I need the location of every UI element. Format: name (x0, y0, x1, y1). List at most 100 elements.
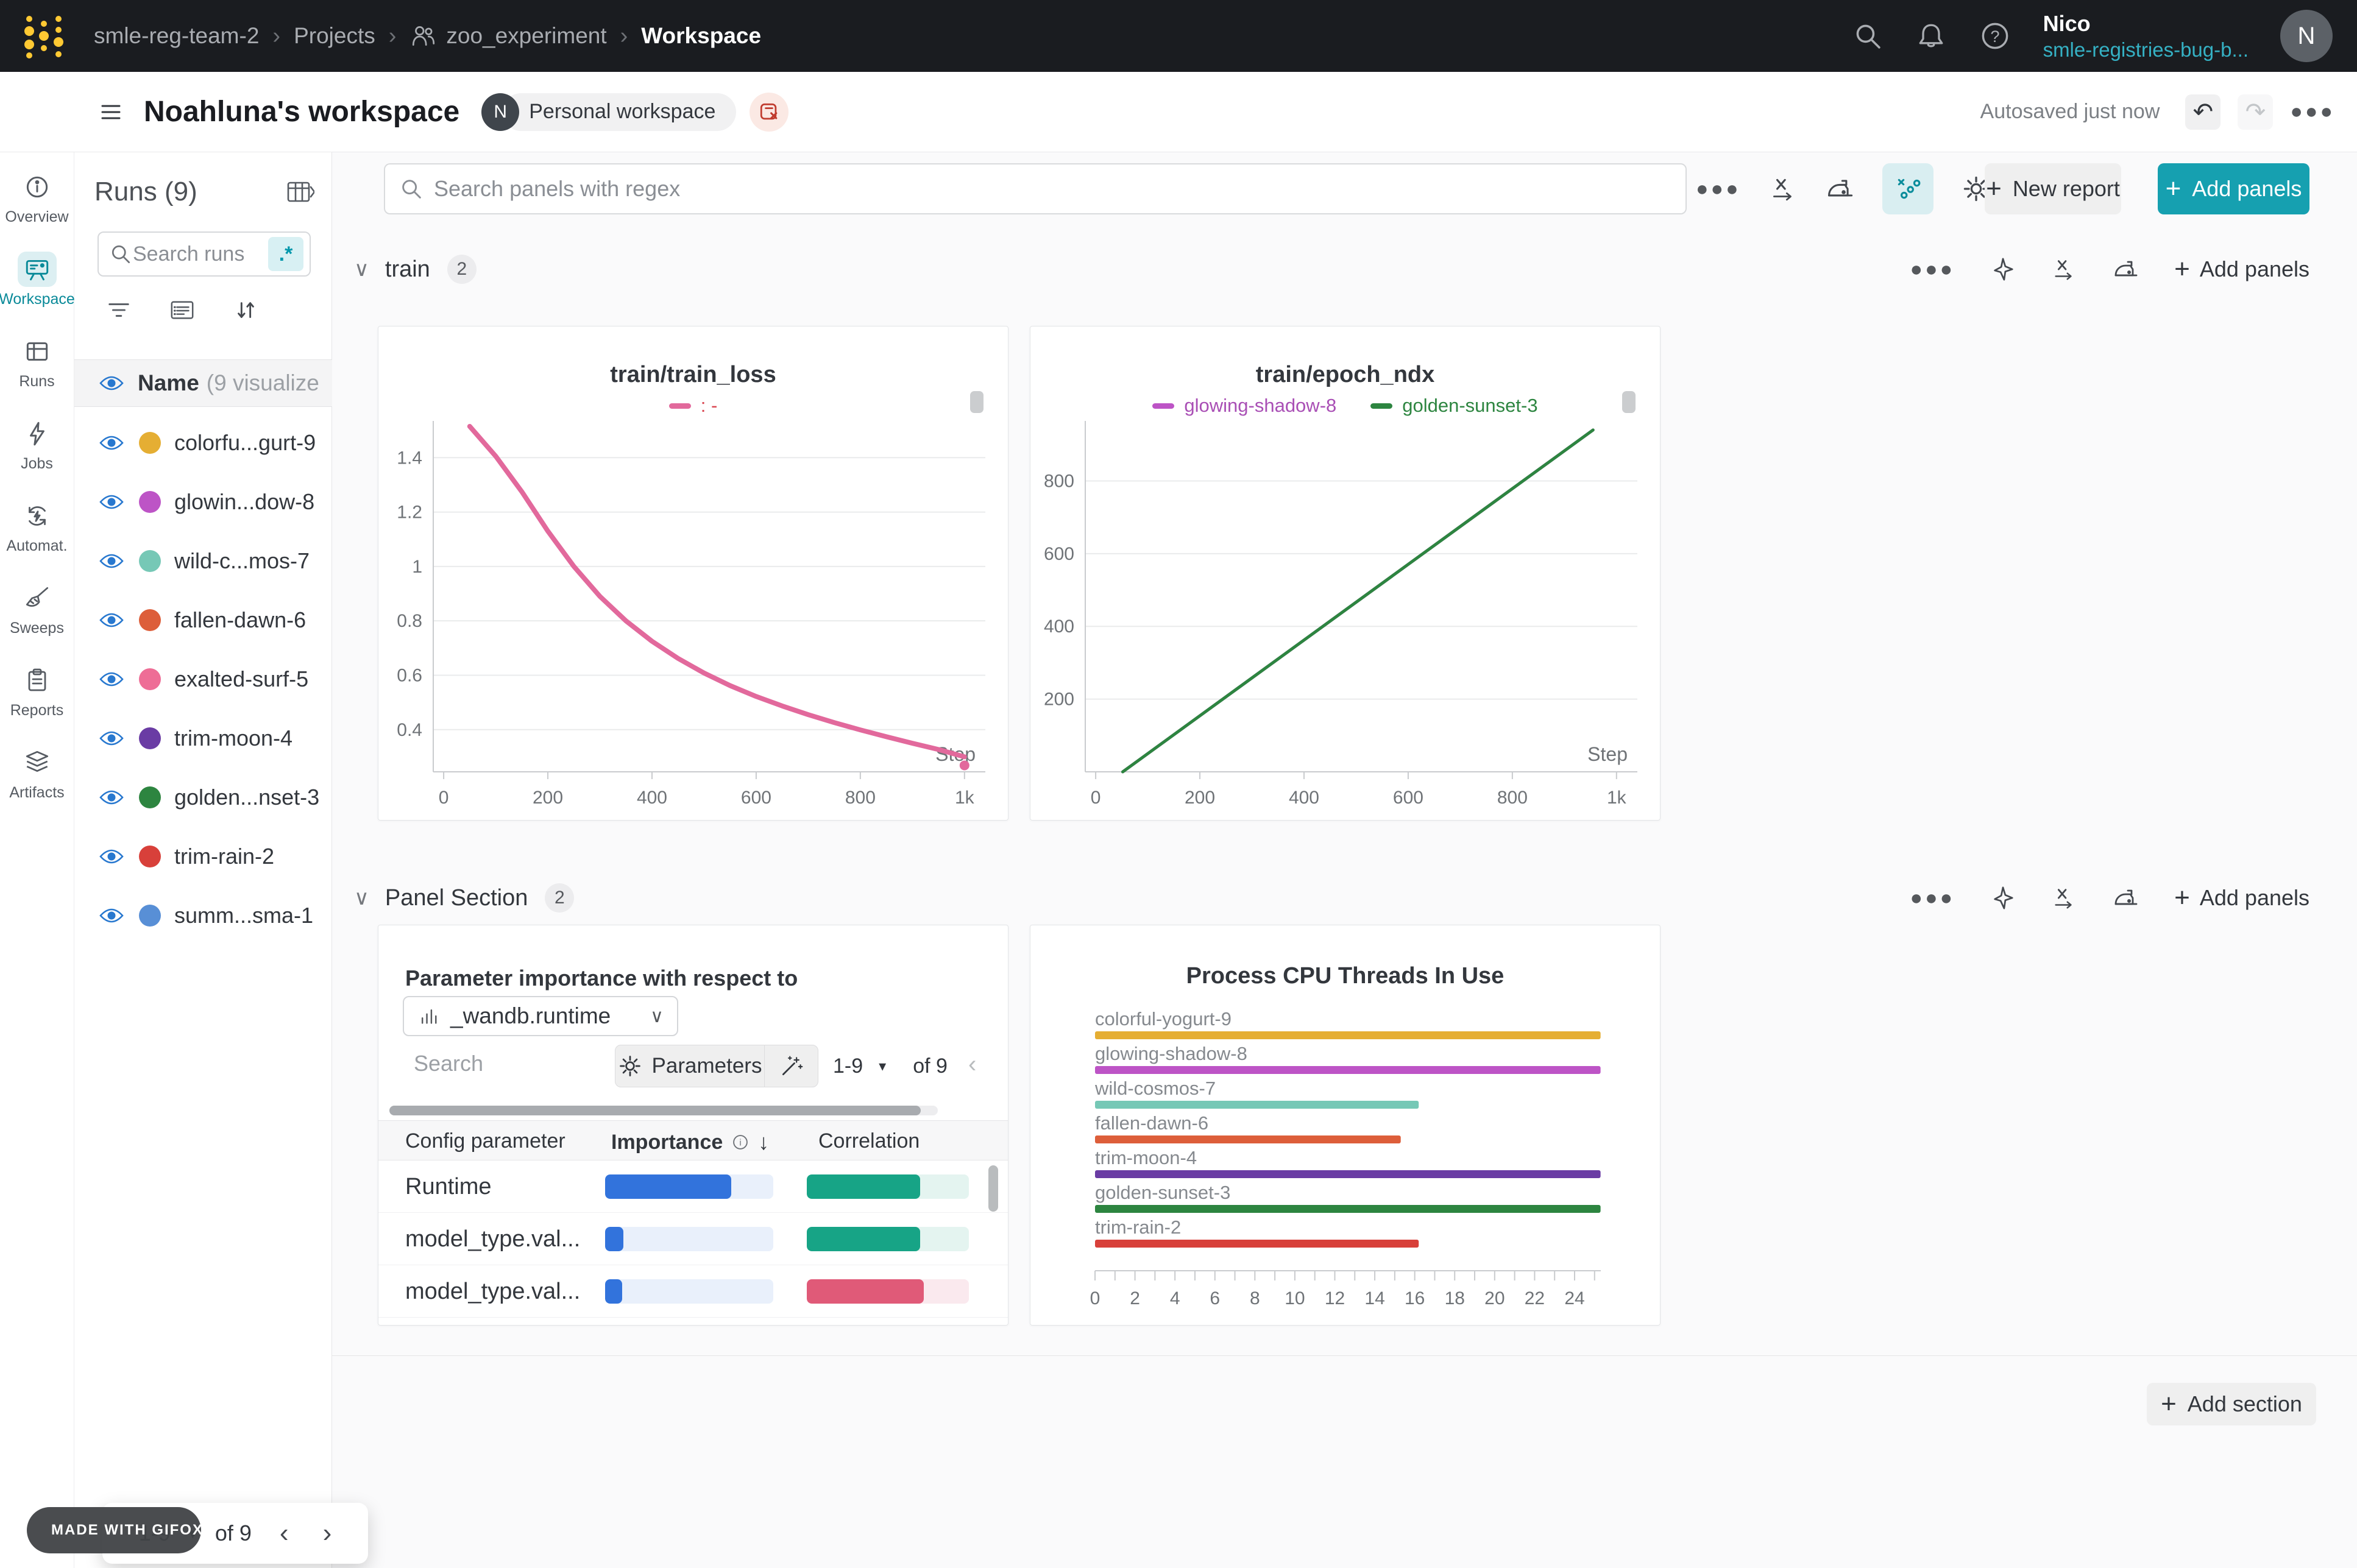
x-axis-settings-icon[interactable] (2051, 256, 2077, 282)
legend-item[interactable]: golden-sunset-3 (1370, 395, 1537, 417)
avatar[interactable]: N (2280, 10, 2333, 62)
param-table-row[interactable]: model_type.val... (378, 1265, 1008, 1318)
runs-table-expand-icon[interactable] (286, 179, 314, 205)
section-label[interactable]: Panel Section (385, 885, 528, 911)
run-row[interactable]: fallen-dawn-6 (74, 590, 332, 649)
runs-name-column-header[interactable]: Name (9 visualize (74, 359, 332, 407)
pin-sparkle-icon[interactable] (1990, 256, 2016, 282)
filter-icon[interactable] (106, 297, 132, 323)
run-color-dot[interactable] (139, 905, 161, 927)
run-color-dot[interactable] (139, 846, 161, 867)
panel-search-input[interactable] (434, 176, 1592, 202)
help-icon[interactable]: ? (1979, 19, 2011, 52)
run-name[interactable]: golden...nset-3 (174, 785, 319, 810)
pin-sparkle-icon[interactable] (1990, 885, 2016, 911)
run-row[interactable]: trim-rain-2 (74, 827, 332, 886)
param-page-range[interactable]: 1-9 (833, 1054, 863, 1078)
param-search-input[interactable] (414, 1051, 584, 1076)
legend-item[interactable]: glowing-shadow-8 (1152, 395, 1336, 417)
panel-epoch-ndx[interactable]: train/epoch_ndx glowing-shadow-8golden-s… (1030, 326, 1661, 821)
section-label[interactable]: train (385, 256, 430, 283)
panel-search-box[interactable] (384, 163, 1687, 214)
visibility-eye-icon[interactable] (99, 611, 124, 629)
panel-smoothing-icon[interactable] (2112, 256, 2139, 283)
x-axis-settings-icon[interactable] (2051, 885, 2077, 911)
add-section-button[interactable]: + Add section (2147, 1383, 2316, 1425)
visibility-eye-icon[interactable] (99, 493, 124, 511)
run-row[interactable]: summ...sma-1 (74, 886, 332, 945)
panel-drag-handle-icon[interactable] (1622, 391, 1636, 413)
run-name[interactable]: trim-moon-4 (174, 726, 292, 751)
run-name[interactable]: fallen-dawn-6 (174, 607, 306, 633)
visibility-eye-icon[interactable] (99, 788, 124, 807)
breadcrumb-projects[interactable]: Projects (294, 23, 375, 49)
visibility-eye-icon[interactable] (99, 670, 124, 688)
x-axis-settings-icon[interactable] (1769, 175, 1797, 203)
notifications-bell-icon[interactable] (1915, 20, 1947, 52)
run-name[interactable]: exalted-surf-5 (174, 666, 308, 692)
caret-down-icon[interactable]: ▾ (879, 1058, 886, 1075)
panel-cpu-threads[interactable]: Process CPU Threads In Use colorful-yogu… (1030, 925, 1661, 1326)
run-row[interactable]: wild-c...mos-7 (74, 531, 332, 590)
visibility-eye-icon[interactable] (99, 552, 124, 570)
rail-item-runs[interactable]: Runs (1, 334, 73, 390)
breadcrumb-project[interactable]: zoo_experiment (446, 23, 606, 49)
rail-item-workspace[interactable]: Workspace (1, 252, 73, 308)
next-page-icon[interactable]: › (323, 1518, 332, 1549)
scatter-settings-icon[interactable] (1882, 163, 1933, 214)
importance-column-label[interactable]: Importance (611, 1131, 723, 1154)
run-color-dot[interactable] (139, 786, 161, 808)
run-name[interactable]: trim-rain-2 (174, 844, 274, 869)
chevron-down-icon[interactable]: ∨ (354, 257, 369, 281)
horizontal-scrollbar[interactable] (389, 1106, 938, 1115)
user-org-link[interactable]: smle-registries-bug-b... (2043, 37, 2249, 62)
rail-item-jobs[interactable]: Jobs (1, 416, 73, 473)
wandb-logo-icon[interactable] (17, 9, 71, 63)
header-overflow-menu[interactable]: ●●● (2290, 100, 2335, 124)
run-name[interactable]: wild-c...mos-7 (174, 548, 310, 574)
add-panels-button[interactable]: + Add panels (2158, 163, 2309, 214)
panel-drag-handle-icon[interactable] (970, 391, 984, 413)
run-row[interactable]: exalted-surf-5 (74, 649, 332, 708)
run-search-input[interactable] (133, 242, 261, 266)
group-list-icon[interactable] (169, 297, 195, 323)
redo-button[interactable]: ↷ (2238, 94, 2273, 130)
collapse-chevron-icon[interactable]: ‹ (968, 1051, 976, 1078)
section-overflow-menu[interactable]: ●●● (1910, 886, 1955, 910)
rail-item-overview[interactable]: Overview (1, 169, 73, 226)
breadcrumb-team[interactable]: smle-reg-team-2 (94, 23, 259, 49)
workspace-overflow-menu[interactable]: ●●● (1696, 177, 1741, 201)
run-name[interactable]: summ...sma-1 (174, 903, 313, 928)
sort-desc-icon[interactable]: ↓ (758, 1129, 769, 1155)
metric-dropdown[interactable]: _wandb.runtime ∨ (403, 996, 678, 1036)
workspace-badge[interactable]: N Personal workspace (481, 93, 736, 131)
run-row[interactable]: trim-moon-4 (74, 708, 332, 768)
visibility-eye-icon[interactable] (99, 729, 124, 747)
rail-item-sweeps[interactable]: Sweeps (1, 581, 73, 637)
search-icon[interactable] (1852, 20, 1884, 52)
run-name[interactable]: colorfu...gurt-9 (174, 430, 316, 456)
sort-icon[interactable] (233, 297, 258, 323)
user-menu[interactable]: Nico smle-registries-bug-b... (2043, 10, 2249, 62)
rail-item-automat[interactable]: Automat. (1, 498, 73, 555)
run-color-dot[interactable] (139, 668, 161, 690)
visibility-eye-icon[interactable] (99, 374, 124, 392)
section-add-panels-button[interactable]: + Add panels (2174, 256, 2309, 283)
param-table-row[interactable]: model_type.val... (378, 1213, 1008, 1265)
visibility-eye-icon[interactable] (99, 434, 124, 452)
run-row[interactable]: golden...nset-3 (74, 768, 332, 827)
run-color-dot[interactable] (139, 550, 161, 572)
run-row[interactable]: glowin...dow-8 (74, 472, 332, 531)
section-overflow-menu[interactable]: ●●● (1910, 258, 1955, 281)
rail-item-artifacts[interactable]: Artifacts (1, 745, 73, 802)
prev-page-icon[interactable]: ‹ (280, 1518, 289, 1549)
section-add-panels-button[interactable]: + Add panels (2174, 885, 2309, 911)
run-color-dot[interactable] (139, 609, 161, 631)
run-name[interactable]: glowin...dow-8 (174, 489, 314, 515)
visibility-eye-icon[interactable] (99, 906, 124, 925)
correlation-column-label[interactable]: Correlation (818, 1129, 920, 1153)
magic-wand-icon[interactable] (764, 1045, 818, 1087)
collapse-sidebar-icon[interactable] (97, 99, 124, 125)
rail-item-reports[interactable]: Reports (1, 663, 73, 719)
visibility-eye-icon[interactable] (99, 847, 124, 866)
